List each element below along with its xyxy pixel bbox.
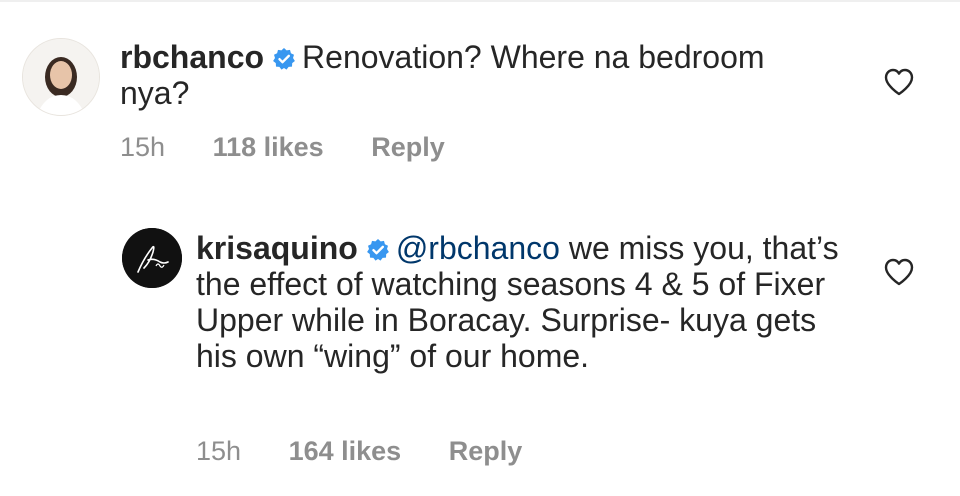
comment-time[interactable]: 15h bbox=[196, 436, 241, 466]
heart-outline-icon[interactable] bbox=[884, 258, 914, 286]
avatar[interactable] bbox=[122, 228, 182, 288]
mention-link[interactable]: @rbchanco bbox=[396, 230, 560, 266]
comment-text-block: rbchanco Renovation? Where na bedroom nya… bbox=[120, 39, 840, 111]
comment-likes[interactable]: 118 likes bbox=[213, 132, 324, 162]
comment-meta: 15h 118 likes Reply bbox=[120, 132, 485, 163]
verified-badge-icon bbox=[273, 48, 295, 70]
top-divider bbox=[0, 0, 960, 2]
avatar[interactable] bbox=[22, 38, 100, 116]
comment-time[interactable]: 15h bbox=[120, 132, 165, 162]
reply-button[interactable]: Reply bbox=[449, 436, 523, 466]
comment-username[interactable]: krisaquino bbox=[196, 230, 358, 266]
avatar-image bbox=[23, 39, 99, 115]
comment-likes[interactable]: 164 likes bbox=[289, 436, 402, 466]
verified-badge-icon bbox=[366, 239, 389, 261]
comment-text-block: krisaquino @rbchanco we miss you, that’s … bbox=[196, 230, 856, 374]
comment-meta: 15h 164 likes Reply bbox=[196, 436, 562, 467]
heart-outline-icon[interactable] bbox=[884, 68, 914, 96]
reply-button[interactable]: Reply bbox=[371, 132, 445, 162]
comment-username[interactable]: rbchanco bbox=[120, 39, 264, 75]
signature-logo-icon bbox=[122, 228, 182, 288]
